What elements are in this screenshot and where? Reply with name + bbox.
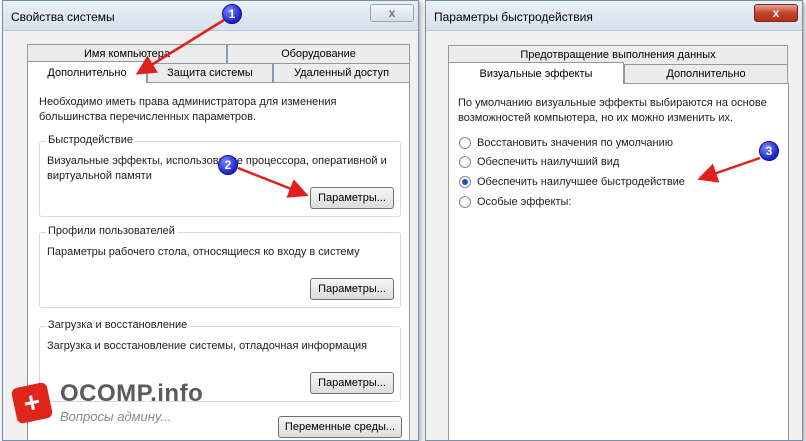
radio-button[interactable] [459,196,471,208]
visual-effects-intro: По умолчанию визуальные эффекты выбирают… [458,97,767,124]
tab-advanced[interactable]: Дополнительно [624,64,788,83]
radio-custom[interactable]: Особые эффекты: [459,196,571,208]
tab-system-protection[interactable]: Защита системы [147,63,273,82]
radio-button[interactable] [459,137,471,149]
system-properties-window: Свойства системы x Имя компьютера Оборуд… [2,0,419,441]
radio-best-appearance[interactable]: Обеспечить наилучший вид [459,156,619,168]
radio-label: Обеспечить наилучший вид [477,156,620,168]
tab-remote-access[interactable]: Удаленный доступ [273,63,410,82]
startup-recovery-settings-button[interactable]: Параметры... [310,372,394,394]
site-logo: + OCOMP.info Вопросы админу... [10,380,204,424]
annotation-marker-1: 1 [222,4,242,24]
title-bar: Свойства системы x [3,1,418,31]
radio-restore-defaults[interactable]: Восстановить значения по умолчанию [459,137,673,149]
user-profiles-label: Профили пользователей [46,225,177,237]
visual-effects-panel: По умолчанию визуальные эффекты выбирают… [448,83,789,440]
tab-visual-effects[interactable]: Визуальные эффекты [448,62,624,84]
title-bar: Параметры быстродействия x [426,1,802,31]
window-title: Параметры быстродействия [434,10,593,24]
performance-label: Быстродействие [46,134,135,146]
user-profiles-description: Параметры рабочего стола, относящиеся ко… [47,246,360,258]
radio-button[interactable] [459,176,471,188]
tab-advanced[interactable]: Дополнительно [27,61,147,83]
performance-group: Быстродействие Визуальные эффекты, испол… [39,134,401,217]
user-profiles-group: Профили пользователей Параметры рабочего… [39,225,401,308]
startup-recovery-description: Загрузка и восстановление системы, отлад… [47,340,368,352]
tab-hardware[interactable]: Оборудование [227,44,410,63]
environment-variables-button[interactable]: Переменные среды... [278,416,402,438]
close-button[interactable]: x [370,4,414,22]
logo-tagline: Вопросы админу... [60,409,172,424]
admin-rights-note: Необходимо иметь права администратора дл… [39,96,337,123]
annotation-marker-2: 2 [218,155,238,175]
user-profiles-settings-button[interactable]: Параметры... [310,278,394,300]
radio-label: Обеспечить наилучшее быстродействие [477,176,685,188]
annotation-marker-3: 3 [759,141,779,161]
window-title: Свойства системы [11,10,115,24]
close-button[interactable]: x [754,4,798,22]
plus-icon: + [10,381,54,424]
performance-settings-button[interactable]: Параметры... [310,187,394,209]
radio-label: Особые эффекты: [477,196,572,208]
radio-label: Восстановить значения по умолчанию [477,137,674,149]
performance-options-window: Параметры быстродействия x Предотвращени… [425,0,803,441]
radio-button[interactable] [459,156,471,168]
logo-name: OCOMP.info [60,380,204,407]
radio-best-performance[interactable]: Обеспечить наилучшее быстродействие [459,176,685,188]
startup-recovery-label: Загрузка и восстановление [46,319,190,331]
